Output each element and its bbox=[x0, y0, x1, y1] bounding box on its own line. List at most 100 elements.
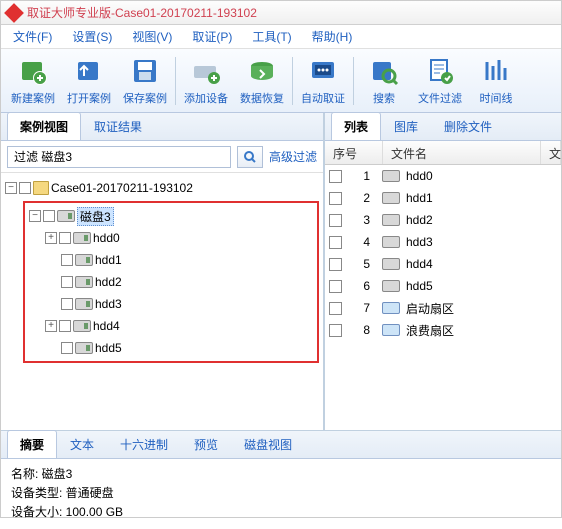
menu-view[interactable]: 视图(V) bbox=[124, 26, 180, 47]
row-filename: 启动扇区 bbox=[406, 300, 454, 317]
row-filename: hdd4 bbox=[406, 257, 433, 271]
open-case-button[interactable]: 打开案例 bbox=[61, 52, 117, 110]
collapse-icon[interactable]: − bbox=[29, 210, 41, 222]
collapse-icon[interactable]: − bbox=[5, 182, 17, 194]
row-filename: hdd1 bbox=[406, 191, 433, 205]
filter-input[interactable] bbox=[7, 146, 231, 168]
list-row[interactable]: 1hdd0 bbox=[325, 165, 561, 187]
tree-item[interactable]: hdd1 bbox=[27, 249, 315, 271]
checkbox[interactable] bbox=[61, 276, 73, 288]
list-row[interactable]: 8浪费扇区 bbox=[325, 319, 561, 341]
list-row[interactable]: 5 hdd4 bbox=[325, 253, 561, 275]
menu-forensics[interactable]: 取证(P) bbox=[184, 26, 240, 47]
list-row[interactable]: 6hdd5 bbox=[325, 275, 561, 297]
tree-item[interactable]: hdd3 bbox=[27, 293, 315, 315]
tree[interactable]: − Case01-20170211-193102 − 磁盘3 +hdd0hdd1… bbox=[1, 173, 323, 430]
checkbox[interactable] bbox=[329, 302, 342, 315]
row-index: 8 bbox=[348, 323, 376, 337]
row-index: 5 bbox=[348, 257, 376, 271]
disk-icon bbox=[57, 210, 75, 222]
new-case-button[interactable]: 新建案例 bbox=[5, 52, 61, 110]
checkbox[interactable] bbox=[61, 342, 73, 354]
tab-gallery[interactable]: 图库 bbox=[381, 112, 431, 140]
checkbox[interactable] bbox=[61, 298, 73, 310]
tree-selected[interactable]: − 磁盘3 bbox=[27, 205, 315, 227]
data-recovery-button[interactable]: 数据恢复 bbox=[234, 52, 290, 110]
tab-deleted[interactable]: 删除文件 bbox=[431, 112, 505, 140]
disk-icon bbox=[382, 170, 400, 182]
auto-forensics-button[interactable]: 自动取证 bbox=[295, 52, 351, 110]
list-row[interactable]: 3hdd2 bbox=[325, 209, 561, 231]
tree-item[interactable]: +hdd0 bbox=[27, 227, 315, 249]
bottom-tabs: 摘要 文本 十六进制 预览 磁盘视图 bbox=[1, 431, 561, 459]
col-extra[interactable]: 文 bbox=[541, 141, 561, 164]
checkbox[interactable] bbox=[59, 232, 71, 244]
tree-item-label: hdd2 bbox=[95, 275, 122, 289]
expand-icon[interactable]: + bbox=[45, 232, 57, 244]
tab-preview[interactable]: 预览 bbox=[181, 430, 231, 458]
save-case-button[interactable]: 保存案例 bbox=[117, 52, 173, 110]
disk-icon bbox=[75, 276, 93, 288]
row-filename: hdd5 bbox=[406, 279, 433, 293]
system-icon bbox=[382, 302, 400, 314]
tab-list[interactable]: 列表 bbox=[331, 112, 381, 140]
tree-item[interactable]: hdd5 bbox=[27, 337, 315, 359]
tab-disk-view[interactable]: 磁盘视图 bbox=[231, 430, 305, 458]
advanced-filter-link[interactable]: 高级过滤 bbox=[269, 148, 317, 165]
checkbox[interactable] bbox=[329, 192, 342, 205]
titlebar: 取证大师专业版-Case01-20170211-193102 bbox=[1, 1, 561, 25]
checkbox[interactable] bbox=[43, 210, 55, 222]
tab-case-view[interactable]: 案例视图 bbox=[7, 112, 81, 140]
disk-icon bbox=[73, 232, 91, 244]
row-index: 3 bbox=[348, 213, 376, 227]
list-row[interactable]: 4hdd3 bbox=[325, 231, 561, 253]
checkbox[interactable] bbox=[329, 324, 342, 337]
checkbox[interactable] bbox=[329, 170, 342, 183]
tree-selected-label: 磁盘3 bbox=[77, 207, 114, 226]
list-header: 序号 文件名 文 bbox=[325, 141, 561, 165]
checkbox[interactable] bbox=[329, 280, 342, 293]
checkbox[interactable] bbox=[19, 182, 31, 194]
toolbar-sep bbox=[175, 57, 176, 105]
disk-icon bbox=[382, 192, 400, 204]
menu-settings[interactable]: 设置(S) bbox=[64, 26, 120, 47]
tree-item-label: hdd5 bbox=[95, 341, 122, 355]
tree-root-label: Case01-20170211-193102 bbox=[51, 181, 193, 195]
tree-root[interactable]: − Case01-20170211-193102 bbox=[5, 177, 319, 199]
tab-text[interactable]: 文本 bbox=[57, 430, 107, 458]
checkbox[interactable] bbox=[61, 254, 73, 266]
checkbox[interactable] bbox=[329, 236, 342, 249]
checkbox[interactable] bbox=[329, 258, 342, 271]
left-tabs: 案例视图 取证结果 bbox=[1, 113, 323, 141]
menu-file[interactable]: 文件(F) bbox=[5, 26, 60, 47]
disk-icon bbox=[75, 342, 93, 354]
col-filename[interactable]: 文件名 bbox=[383, 141, 541, 164]
search-button[interactable]: 搜索 bbox=[356, 52, 412, 110]
tab-hex[interactable]: 十六进制 bbox=[107, 430, 181, 458]
tab-summary[interactable]: 摘要 bbox=[7, 430, 57, 458]
file-filter-button[interactable]: 文件过滤 bbox=[412, 52, 468, 110]
add-device-button[interactable]: 添加设备 bbox=[178, 52, 234, 110]
filter-row: 高级过滤 bbox=[1, 141, 323, 173]
list-body[interactable]: 1hdd02hdd13hdd24hdd3 5 hdd4 6hdd57启动扇区8浪费扇区 bbox=[325, 165, 561, 430]
tree-item[interactable]: hdd2 bbox=[27, 271, 315, 293]
disk-icon bbox=[382, 236, 400, 248]
highlight-box: − 磁盘3 +hdd0hdd1 hdd2 hdd3+hdd4 hdd5 bbox=[23, 201, 319, 363]
list-row[interactable]: 2hdd1 bbox=[325, 187, 561, 209]
tree-item[interactable]: +hdd4 bbox=[27, 315, 315, 337]
timeline-button[interactable]: 时间线 bbox=[468, 52, 524, 110]
menu-tools[interactable]: 工具(T) bbox=[244, 26, 299, 47]
checkbox[interactable] bbox=[59, 320, 71, 332]
tab-results[interactable]: 取证结果 bbox=[81, 112, 155, 140]
right-tabs: 列表 图库 删除文件 bbox=[325, 113, 561, 141]
disk-icon bbox=[75, 254, 93, 266]
menu-help[interactable]: 帮助(H) bbox=[304, 26, 361, 47]
toolbar-sep bbox=[353, 57, 354, 105]
detail-line: 名称: 磁盘3 bbox=[11, 465, 551, 484]
expand-icon[interactable]: + bbox=[45, 320, 57, 332]
list-row[interactable]: 7启动扇区 bbox=[325, 297, 561, 319]
detail-line: 设备大小: 100.00 GB bbox=[11, 503, 551, 522]
col-index[interactable]: 序号 bbox=[325, 141, 383, 164]
filter-search-button[interactable] bbox=[237, 146, 263, 168]
checkbox[interactable] bbox=[329, 214, 342, 227]
